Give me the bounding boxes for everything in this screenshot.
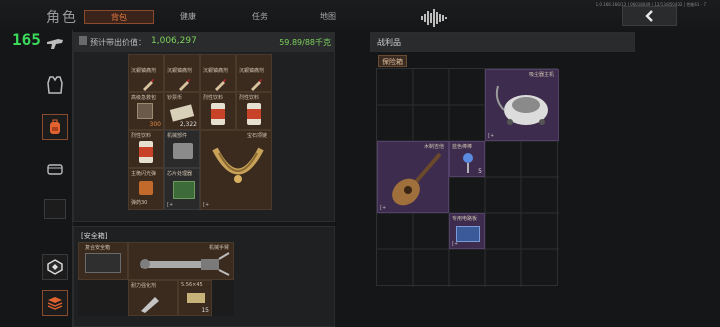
- item-slot-large[interactable]: 木制吉他 [+: [377, 141, 449, 213]
- can-icon: [247, 103, 261, 125]
- loot-grid: 吸尘器主机 [+ 木制吉他 [+ 蓝色棒棒 5 专用电路板 [+: [376, 68, 559, 287]
- loot-header: 战利品: [370, 32, 635, 52]
- item-slot[interactable]: 钞票币 2,322: [164, 92, 200, 130]
- robot-arm-icon: [140, 252, 230, 276]
- item-slot[interactable]: 沉銀镇痛剂: [236, 54, 272, 92]
- secure-case-slot[interactable]: [42, 254, 68, 280]
- circuit-board-icon: [456, 226, 480, 242]
- stash-slot[interactable]: [42, 290, 68, 316]
- chevron-left-icon: [644, 10, 653, 22]
- safebox-grid: 复合安全箱 机械手臂 耐力强化剂 5.56×45 15: [78, 242, 234, 316]
- grenade-icon: [139, 181, 153, 195]
- safe-box-icon: [85, 253, 121, 273]
- page-title: 角色: [46, 10, 78, 26]
- weight-readout: 59.89/88千克: [279, 38, 331, 47]
- cash-icon: [169, 104, 195, 122]
- injector-icon: [143, 79, 154, 91]
- injector-icon: [215, 79, 226, 91]
- item-slot-large[interactable]: 机械手臂: [128, 242, 234, 280]
- item-slot[interactable]: 烈性饮料: [128, 130, 164, 168]
- vacuum-icon: [495, 85, 548, 125]
- item-slot[interactable]: 机械部件: [164, 130, 200, 168]
- injector-icon: [179, 79, 190, 91]
- tab-tasks[interactable]: 任务: [232, 10, 288, 24]
- stack-icon: [47, 297, 63, 310]
- top-bar: 角色 背包 健康 任务 地图 1.0.166.166/13 | 06018049…: [0, 0, 720, 30]
- item-slot[interactable]: 蓝色棒棒 5: [449, 141, 485, 177]
- item-slot-large[interactable]: 宝石项链 [+: [200, 130, 272, 210]
- guitar-icon: [392, 152, 442, 206]
- item-slot[interactable]: 专用电路板 [+: [449, 213, 485, 249]
- necklace-icon: [212, 147, 264, 183]
- item-slot[interactable]: 复合安全箱: [78, 242, 128, 280]
- item-slot[interactable]: 主桅闪光弹 弹药30: [128, 168, 164, 210]
- mechanical-part-icon: [173, 143, 193, 159]
- can-icon: [139, 141, 153, 163]
- item-slot[interactable]: 沉銀镇痛剂: [128, 54, 164, 92]
- backpack-header: 预计带出价值： 1,006,297 59.89/88千克: [73, 32, 335, 52]
- item-slot[interactable]: 芯片处理器 [+: [164, 168, 200, 210]
- sidebar-item-armor[interactable]: [38, 70, 72, 100]
- vest-icon: [47, 76, 63, 94]
- item-slot[interactable]: 沉銀镇痛剂: [200, 54, 236, 92]
- sidebar-item-pouch[interactable]: [38, 156, 72, 182]
- backpack-small-icon: [79, 36, 87, 45]
- empty-slot[interactable]: [44, 199, 66, 219]
- sidebar-item-backpack[interactable]: [38, 112, 72, 142]
- can-icon: [211, 103, 225, 125]
- item-slot[interactable]: 烈性饮料: [236, 92, 272, 130]
- chip-icon: [173, 181, 195, 199]
- safebox-label: [安全箱]: [81, 232, 108, 240]
- sidebar-item-empty-1[interactable]: [38, 196, 72, 222]
- fps-counter: 165: [12, 30, 41, 49]
- tab-health[interactable]: 健康: [160, 10, 216, 24]
- sidebar-item-weapon[interactable]: [38, 32, 72, 54]
- backpack-grid: 沉銀镇痛剂 沉銀镇痛剂 沉銀镇痛剂 沉銀镇痛剂 高级急救包 300 钞票币 2,…: [128, 54, 272, 210]
- item-slot-large[interactable]: 吸尘器主机 [+: [485, 69, 559, 141]
- medkit-icon: [137, 103, 153, 119]
- item-slot[interactable]: 烈性饮料: [200, 92, 236, 130]
- item-slot[interactable]: 耐力强化剂: [128, 280, 178, 316]
- item-slot[interactable]: 5.56×45 15: [178, 280, 212, 316]
- back-button[interactable]: [622, 6, 677, 26]
- loot-title: 战利品: [377, 38, 401, 47]
- pouch-icon: [47, 164, 63, 175]
- lollipop-icon: [463, 153, 473, 173]
- tab-backpack[interactable]: 背包: [84, 10, 154, 24]
- secure-case-icon: [47, 259, 63, 275]
- item-slot[interactable]: 沉銀镇痛剂: [164, 54, 200, 92]
- item-slot[interactable]: 高级急救包 300: [128, 92, 164, 130]
- injector-icon: [251, 79, 262, 91]
- ammo-icon: [187, 293, 205, 303]
- sidebar-item-secure[interactable]: [38, 252, 72, 282]
- audio-wave-icon: [421, 9, 447, 27]
- value-label: 预计带出价值：: [90, 38, 146, 47]
- container-tab[interactable]: 保险箱: [378, 55, 407, 67]
- sidebar-item-stash[interactable]: [38, 290, 72, 316]
- tab-map[interactable]: 地图: [300, 10, 356, 24]
- rifle-icon: [47, 39, 63, 49]
- backpack-icon: [50, 119, 60, 134]
- carry-value: 1,006,297: [151, 36, 197, 46]
- backpack-slot[interactable]: [42, 114, 68, 140]
- syringe-icon: [141, 297, 159, 313]
